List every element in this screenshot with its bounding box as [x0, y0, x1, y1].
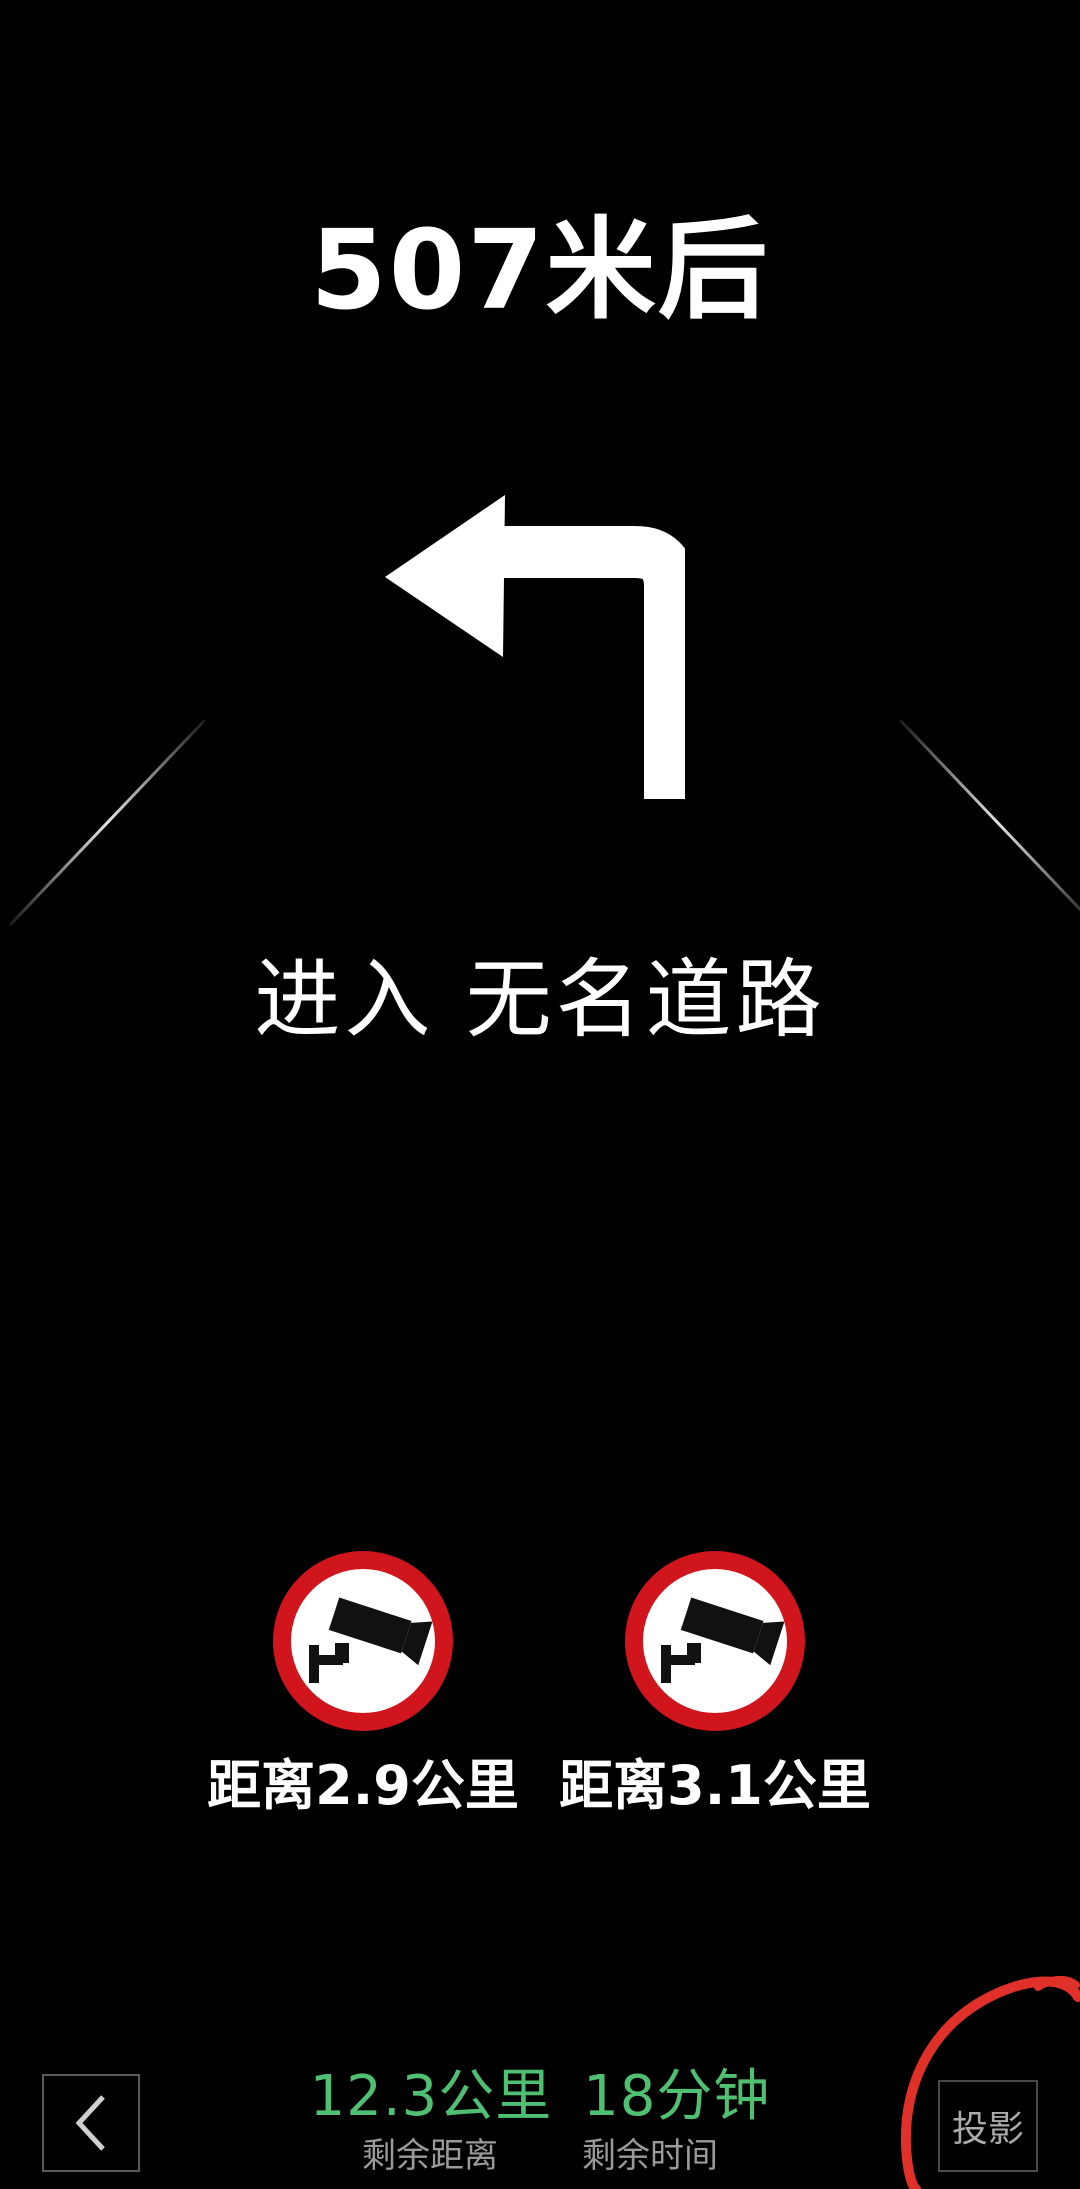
perspective-line-left: [8, 718, 207, 927]
remaining-distance-label: 剩余距离: [362, 2136, 498, 2176]
chevron-left-icon: [75, 2095, 105, 2151]
perspective-line-right: [898, 718, 1080, 912]
back-button[interactable]: [42, 2074, 140, 2172]
distance-to-turn: 507米后: [310, 206, 770, 334]
surveillance-camera-icon: [273, 1551, 453, 1731]
road-instruction: 进入 无名道路: [254, 950, 826, 1050]
remaining-time-label: 剩余时间: [582, 2136, 718, 2176]
camera-alert-2: 距离3.1公里: [545, 1545, 885, 1819]
camera-alert-1: 距离2.9公里: [193, 1545, 533, 1819]
remaining-time: 18分钟: [583, 2064, 771, 2129]
camera-distance-label: 距离3.1公里: [559, 1754, 871, 1817]
camera-distance-label: 距离2.9公里: [207, 1754, 519, 1817]
trip-summary: 12.3公里 18分钟 剩余距离 剩余时间: [300, 2062, 780, 2180]
remaining-distance: 12.3公里: [309, 2064, 553, 2129]
turn-left-arrow-icon: [385, 495, 685, 799]
surveillance-camera-icon: [625, 1551, 805, 1731]
project-button[interactable]: 投影: [938, 2080, 1038, 2172]
